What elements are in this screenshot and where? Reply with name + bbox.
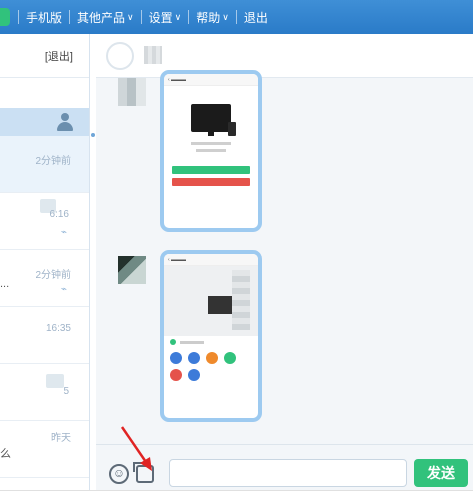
sidebar-header: [退出] — [0, 34, 89, 78]
conversation-time: 6:16 — [49, 209, 69, 220]
mute-icon: ⌁ — [60, 227, 67, 238]
chevron-down-icon: ∨ — [174, 11, 182, 22]
menu-other-products[interactable]: 其他产品 ∨ — [70, 9, 141, 26]
conversation-item[interactable]: 5 — [0, 364, 89, 421]
text-placeholder — [191, 142, 231, 145]
conversation-time: 昨天 — [51, 433, 71, 444]
top-menu-bar: 手机版 其他产品 ∨ 设置 ∨ 帮助 ∨ 退出 — [0, 0, 473, 34]
phone-screenshot-header: ‹ ▬▬▬ — [164, 254, 258, 266]
conversation-time: 16:35 — [45, 323, 71, 334]
red-action-bar — [172, 178, 250, 186]
blurred-area — [232, 270, 250, 330]
app-icon — [206, 352, 218, 364]
chevron-down-icon: ∨ — [127, 11, 134, 22]
menu-mobile-version[interactable]: 手机版 — [19, 9, 69, 26]
app-logo — [0, 8, 10, 26]
conversation-item[interactable]: 2分钟前 — [0, 136, 89, 193]
section-label — [164, 336, 258, 348]
conversation-time: 5 — [63, 386, 69, 397]
image-message[interactable]: ‹ ▬▬▬ — [160, 250, 262, 422]
send-button[interactable]: 发送 — [414, 459, 468, 487]
app-icon — [188, 352, 200, 364]
conversation-item[interactable]: 昨天 么 — [0, 421, 89, 478]
menu-label: 退出 — [243, 10, 268, 25]
conversation-preview: ... — [0, 278, 10, 290]
menu-exit[interactable]: 退出 — [237, 9, 275, 26]
chevron-down-icon: ∨ — [222, 11, 229, 22]
conversation-sidebar: [退出] 2分钟前 6:16 ⌁ 2分钟前 ... ⌁ 16:35 5 昨天 么 — [0, 34, 90, 500]
app-icon — [170, 352, 182, 364]
blurred-avatar — [46, 374, 64, 388]
app-icon — [224, 352, 236, 364]
menu-label: 设置 — [148, 10, 173, 25]
red-arrow-annotation — [120, 426, 152, 471]
phone-icon — [228, 122, 236, 136]
app-icon — [188, 369, 200, 381]
image-message[interactable]: ‹ ▬▬▬ — [160, 70, 262, 232]
panel-resize-dot[interactable] — [91, 133, 95, 137]
conversation-time: 2分钟前 — [35, 156, 71, 167]
screenshot-content — [164, 266, 258, 336]
monitor-icon — [208, 296, 232, 314]
user-icon — [56, 113, 74, 131]
menu-label: 手机版 — [26, 10, 63, 25]
logout-link[interactable]: [退出] — [45, 48, 73, 64]
conversation-item[interactable]: 16:35 — [0, 307, 89, 364]
conversation-item[interactable]: 2分钟前 ... ⌁ — [0, 250, 89, 307]
mute-icon: ⌁ — [60, 284, 67, 295]
menu-settings[interactable]: 设置 ∨ — [142, 9, 189, 26]
menu-label: 帮助 — [196, 10, 221, 25]
chat-header — [96, 34, 473, 78]
conversation-preview: 么 — [0, 448, 11, 460]
green-action-bar — [172, 166, 250, 174]
phone-screenshot-header: ‹ ▬▬▬ — [164, 74, 258, 86]
contact-avatar[interactable] — [106, 42, 134, 70]
message-input[interactable] — [169, 459, 407, 487]
sender-avatar[interactable] — [118, 256, 146, 284]
conversation-time: 2分钟前 — [35, 270, 71, 281]
conversation-item[interactable]: 6:16 ⌁ — [0, 193, 89, 250]
menu-label: 其他产品 — [77, 10, 126, 25]
contact-name-blurred — [144, 46, 162, 64]
contacts-header[interactable] — [0, 108, 89, 136]
text-placeholder — [196, 149, 226, 152]
menu-help[interactable]: 帮助 ∨ — [189, 9, 236, 26]
sender-avatar[interactable] — [118, 78, 146, 106]
app-icon-grid — [164, 348, 258, 385]
app-icon — [170, 369, 182, 381]
status-strip — [0, 490, 473, 500]
monitor-icon — [191, 104, 231, 136]
